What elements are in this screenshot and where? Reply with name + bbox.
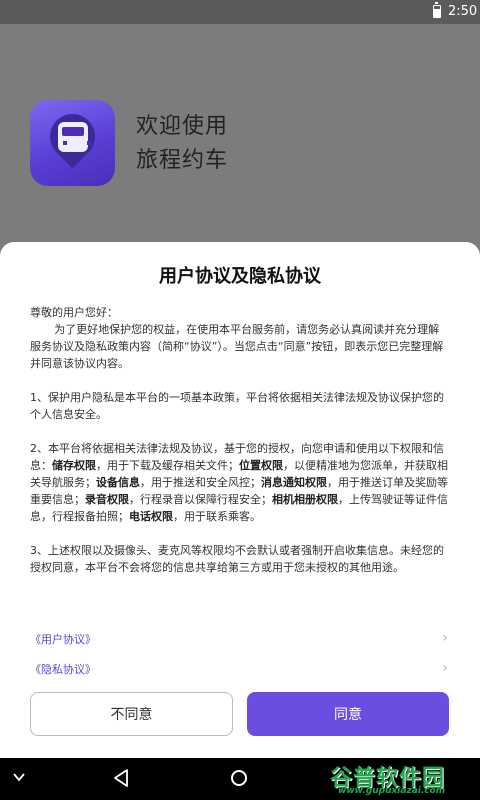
watermark: 谷普软件园 www.gupuxiazai.com — [330, 760, 480, 800]
intro-paragraph: 为了更好地保护您的权益，在使用本平台服务前，请您务必认真阅读并充分理解服务协议及… — [30, 323, 444, 370]
welcome-line-1: 欢迎使用 — [136, 114, 229, 139]
battery-icon — [433, 2, 441, 18]
home-icon[interactable] — [231, 770, 247, 786]
user-agreement-link[interactable]: 《用户协议》 › — [30, 628, 450, 650]
bus-icon — [58, 122, 91, 152]
privacy-paragraph: 1、保护用户隐私是本平台的一项基本政策，平台将依据相关法律法规及协议保护您的个人… — [30, 391, 444, 421]
agreement-content: 尊敬的用户您好： 为了更好地保护您的权益，在使用本平台服务前，请您务必认真阅读并… — [30, 304, 450, 593]
agree-button[interactable]: 同意 — [247, 692, 449, 736]
app-name: 旅程约车 — [136, 148, 229, 173]
privacy-agreement-label: 《隐私协议》 — [30, 663, 96, 676]
back-icon[interactable] — [112, 768, 130, 788]
greeting: 尊敬的用户您好： — [30, 306, 118, 319]
disagree-button[interactable]: 不同意 — [30, 692, 233, 736]
chevron-right-icon: › — [442, 630, 448, 646]
app-logo — [30, 100, 115, 186]
consent-paragraph: 3、上述权限以及摄像头、麦克风等权限均不会默认或者强制开启收集信息。未经您的授权… — [30, 544, 444, 574]
welcome-text: 欢迎使用 旅程约车 — [136, 110, 228, 178]
dialog-title: 用户协议及隐私协议 — [159, 266, 321, 287]
user-agreement-label: 《用户协议》 — [30, 633, 96, 646]
privacy-agreement-link[interactable]: 《隐私协议》 › — [30, 658, 450, 680]
watermark-url: www.gupuxiazai.com — [338, 786, 446, 796]
status-bar: 2:50 — [0, 0, 480, 24]
permissions-paragraph: 2、本平台将依据相关法律法规及协议，基于您的授权，向您申请和使用以下权限和信息：… — [30, 442, 448, 523]
agreement-dialog: 用户协议及隐私协议 尊敬的用户您好： 为了更好地保护您的权益，在使用本平台服务前… — [0, 242, 480, 758]
chevron-right-icon: › — [442, 660, 448, 676]
status-time: 2:50 — [448, 4, 478, 19]
chevron-down-icon[interactable] — [12, 770, 26, 784]
